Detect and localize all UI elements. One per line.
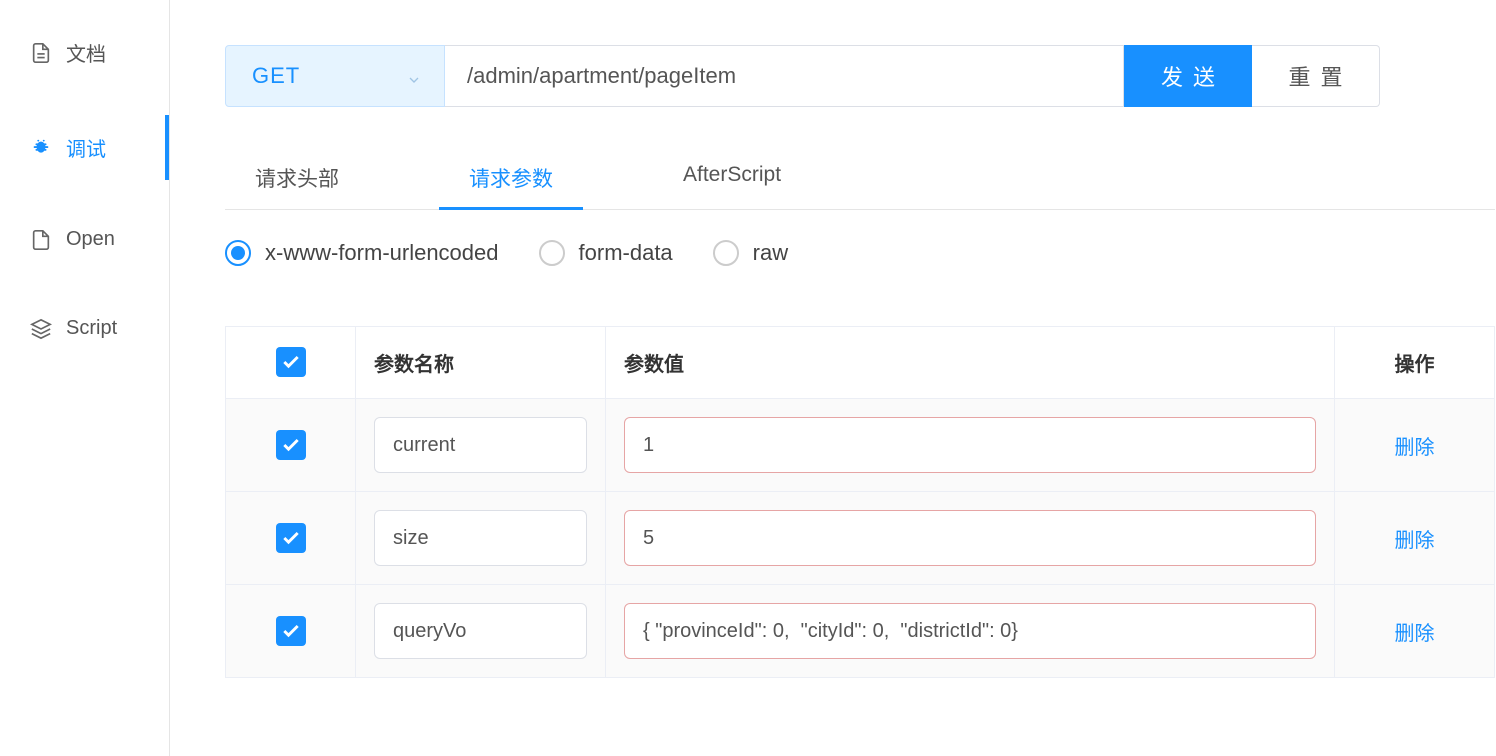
param-name-input[interactable] bbox=[374, 510, 587, 566]
radio-urlencoded[interactable]: x-www-form-urlencoded bbox=[225, 240, 499, 266]
sidebar-item-label: Open bbox=[66, 228, 115, 251]
col-check bbox=[226, 327, 356, 399]
param-value-input[interactable] bbox=[624, 603, 1316, 659]
radio-circle-icon bbox=[539, 240, 565, 266]
sidebar-item-label: Script bbox=[66, 317, 117, 340]
param-name-input[interactable] bbox=[374, 417, 587, 473]
param-value-input[interactable] bbox=[624, 417, 1316, 473]
delete-link[interactable]: 删除 bbox=[1395, 530, 1435, 552]
bug-icon bbox=[30, 137, 52, 159]
col-name: 参数名称 bbox=[356, 327, 606, 399]
file-icon bbox=[30, 229, 52, 251]
params-table: 参数名称 参数值 操作 删除 bbox=[225, 326, 1495, 678]
radio-label: x-www-form-urlencoded bbox=[265, 240, 499, 266]
checkbox-row[interactable] bbox=[276, 430, 306, 460]
reset-button[interactable]: 重置 bbox=[1252, 45, 1380, 107]
method-value: GET bbox=[252, 63, 300, 89]
radio-label: raw bbox=[753, 240, 788, 266]
table-row: 删除 bbox=[226, 585, 1495, 678]
checkbox-row[interactable] bbox=[276, 616, 306, 646]
sidebar: 文档 调试 Open Script bbox=[0, 0, 170, 756]
delete-link[interactable]: 删除 bbox=[1395, 623, 1435, 645]
sidebar-item-open[interactable]: Open bbox=[0, 210, 169, 269]
param-name-input[interactable] bbox=[374, 603, 587, 659]
cube-icon bbox=[30, 318, 52, 340]
method-select[interactable]: GET bbox=[225, 45, 445, 107]
tab-headers[interactable]: 请求头部 bbox=[225, 147, 369, 209]
body-type-radios: x-www-form-urlencoded form-data raw bbox=[225, 240, 1496, 266]
table-row: 删除 bbox=[226, 399, 1495, 492]
url-input[interactable] bbox=[445, 45, 1124, 107]
table-row: 删除 bbox=[226, 492, 1495, 585]
sidebar-item-doc[interactable]: 文档 bbox=[0, 20, 169, 85]
col-value: 参数值 bbox=[606, 327, 1335, 399]
send-button[interactable]: 发送 bbox=[1124, 45, 1252, 107]
param-value-input[interactable] bbox=[624, 510, 1316, 566]
tabs: 请求头部 请求参数 AfterScript bbox=[225, 147, 1495, 210]
sidebar-item-debug[interactable]: 调试 bbox=[0, 115, 169, 180]
delete-link[interactable]: 删除 bbox=[1395, 437, 1435, 459]
radio-circle-icon bbox=[713, 240, 739, 266]
radio-raw[interactable]: raw bbox=[713, 240, 788, 266]
sidebar-item-label: 文档 bbox=[66, 38, 106, 67]
col-action: 操作 bbox=[1335, 327, 1495, 399]
radio-circle-icon bbox=[225, 240, 251, 266]
document-icon bbox=[30, 42, 52, 64]
checkbox-all[interactable] bbox=[276, 347, 306, 377]
url-bar: GET 发送 重置 bbox=[225, 45, 1380, 107]
chevron-down-icon bbox=[406, 68, 422, 84]
tab-afterscript[interactable]: AfterScript bbox=[653, 147, 811, 209]
tab-params[interactable]: 请求参数 bbox=[439, 147, 583, 209]
sidebar-item-script[interactable]: Script bbox=[0, 299, 169, 358]
radio-formdata[interactable]: form-data bbox=[539, 240, 673, 266]
radio-label: form-data bbox=[579, 240, 673, 266]
checkbox-row[interactable] bbox=[276, 523, 306, 553]
sidebar-item-label: 调试 bbox=[66, 133, 106, 162]
main-panel: GET 发送 重置 请求头部 请求参数 AfterScript x-www-fo… bbox=[170, 0, 1496, 756]
